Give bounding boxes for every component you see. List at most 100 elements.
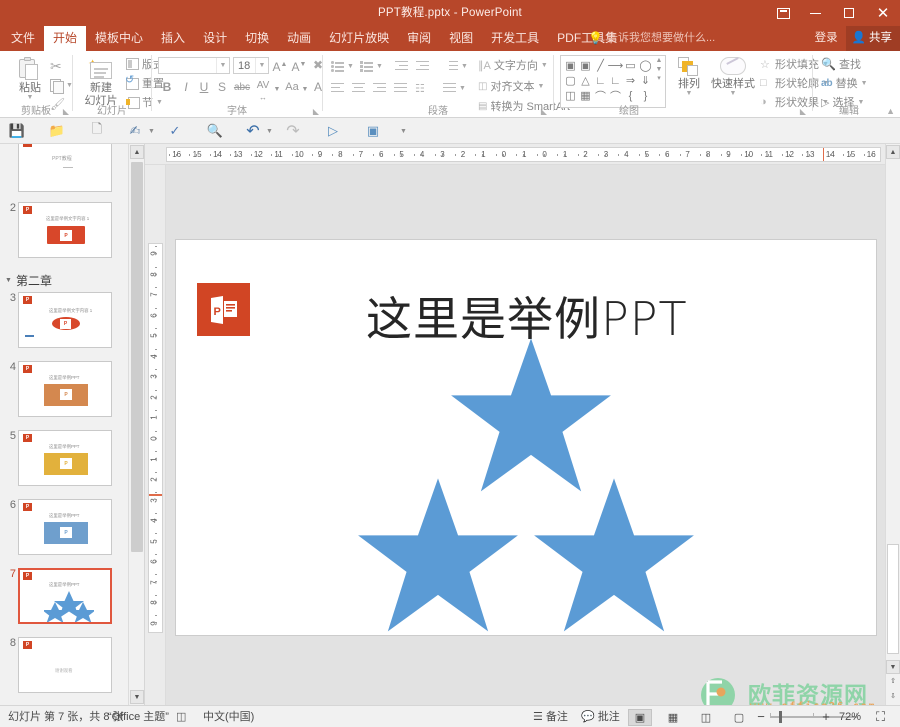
- indent-marker[interactable]: [822, 148, 825, 161]
- scroll-down-icon[interactable]: ▼: [656, 66, 663, 73]
- scroll-down-button[interactable]: ▼: [130, 690, 144, 704]
- next-slide-button[interactable]: ⇩: [886, 689, 900, 703]
- open-button[interactable]: 📁: [46, 121, 68, 141]
- character-spacing-button[interactable]: AV ↔: [254, 78, 272, 102]
- minimize-button[interactable]: [798, 0, 832, 26]
- shapes-scroll-controls[interactable]: ▲ ▼ ▾: [654, 57, 664, 82]
- copy-button[interactable]: ▼: [50, 77, 73, 94]
- chevron-down-icon[interactable]: ▼: [273, 82, 281, 98]
- text-direction-button[interactable]: ∥A 文字方向 ▼: [478, 57, 548, 73]
- sign-in-button[interactable]: 登录: [807, 26, 846, 51]
- line-arrow-icon[interactable]: ⟶: [608, 58, 624, 73]
- fit-to-window-button[interactable]: ⛶: [876, 706, 885, 727]
- ribbon-display-options-button[interactable]: [768, 0, 798, 26]
- paste-button[interactable]: 粘贴 ▼: [10, 57, 50, 101]
- save-button[interactable]: 💾: [6, 121, 28, 141]
- more-shapes-icon[interactable]: ▾: [657, 75, 661, 82]
- spelling-check-button[interactable]: ✓: [164, 121, 186, 141]
- powerpoint-logo-image[interactable]: P: [197, 283, 250, 336]
- tab-insert[interactable]: 插入: [152, 26, 194, 51]
- vertical-text-box-icon[interactable]: ▣: [578, 58, 593, 73]
- strikethrough-button[interactable]: abc: [232, 80, 252, 96]
- tab-design[interactable]: 设计: [194, 26, 236, 51]
- rounded-rectangle-icon[interactable]: ▢: [563, 73, 578, 88]
- tab-file[interactable]: 文件: [2, 26, 44, 51]
- tab-slideshow[interactable]: 幻灯片放映: [320, 26, 398, 51]
- language-indicator[interactable]: 中文(中国): [203, 706, 254, 727]
- elbow-connector-icon[interactable]: ∟: [593, 73, 608, 88]
- triangle-icon[interactable]: △: [578, 73, 593, 88]
- numbering-button[interactable]: ▼: [360, 58, 383, 74]
- canvas-scrollbar[interactable]: ▲ ▼ ⇧ ⇩: [885, 144, 900, 705]
- chevron-down-icon[interactable]: ▼: [301, 82, 309, 98]
- thumbnail-card[interactable]: P 这里是举例文字内容 1 P: [18, 202, 112, 258]
- italic-button[interactable]: I: [179, 79, 193, 95]
- convert-columns-button[interactable]: ▼: [443, 80, 466, 96]
- line-icon[interactable]: ╱: [593, 58, 608, 73]
- down-arrow-icon[interactable]: ⇓: [638, 73, 653, 88]
- cut-button[interactable]: ✂: [50, 58, 62, 74]
- tab-developer[interactable]: 开发工具: [482, 26, 548, 51]
- scroll-down-button[interactable]: ▼: [886, 660, 900, 674]
- tab-animations[interactable]: 动画: [278, 26, 320, 51]
- present-online-button[interactable]: ▣: [362, 121, 384, 141]
- customize-quick-access-toolbar-button[interactable]: ▼: [400, 128, 407, 135]
- align-left-button[interactable]: [331, 80, 344, 96]
- justify-button[interactable]: [394, 80, 407, 96]
- accessibility-icon[interactable]: ◫: [176, 706, 186, 727]
- star-shape-bottom-right[interactable]: [529, 475, 699, 645]
- thumbnail-scrollbar[interactable]: ▲ ▼: [128, 144, 144, 705]
- redo-button[interactable]: ↷: [282, 121, 304, 141]
- thumbnail-card[interactable]: P PPT教程: [18, 144, 112, 192]
- chevron-down-icon[interactable]: ▼: [266, 128, 273, 135]
- star-shape-bottom-left[interactable]: [353, 475, 523, 645]
- comments-button[interactable]: 💬 批注: [581, 706, 620, 727]
- columns-button[interactable]: ☷: [415, 80, 425, 96]
- zoom-out-button[interactable]: −: [755, 706, 767, 727]
- new-file-button[interactable]: 🗋: [86, 121, 108, 141]
- quick-styles-button[interactable]: 快速样式 ▼: [710, 57, 756, 97]
- close-button[interactable]: ✕: [866, 0, 900, 26]
- replace-button[interactable]: ab 替换 ▼: [821, 75, 868, 91]
- change-case-button[interactable]: Aa: [283, 79, 301, 95]
- decrease-font-size-button[interactable]: A▼: [291, 57, 307, 74]
- right-brace-icon[interactable]: }: [638, 88, 653, 103]
- reading-view-button[interactable]: ◫: [694, 709, 718, 726]
- thumbnail-card[interactable]: P 这里是举例PPT P: [18, 499, 112, 555]
- drawing-dialog-launcher[interactable]: ◣: [800, 107, 806, 116]
- slideshow-view-button[interactable]: ▢: [727, 709, 751, 726]
- align-center-button[interactable]: [352, 80, 365, 96]
- paragraph-dialog-launcher[interactable]: ◣: [541, 107, 547, 116]
- slide-position-indicator[interactable]: 幻灯片 第 7 张，共 8 张: [8, 706, 124, 727]
- bullets-button[interactable]: ▼: [331, 58, 354, 74]
- folded-corner-icon[interactable]: ◫: [563, 88, 578, 103]
- chevron-down-icon[interactable]: ▼: [148, 128, 155, 135]
- theme-name[interactable]: “Office 主题”: [108, 706, 169, 727]
- notes-button[interactable]: ☰ 备注: [533, 706, 568, 727]
- undo-button[interactable]: ↶: [242, 121, 264, 141]
- slide-editing-canvas[interactable]: P 这里是举例PPT: [166, 165, 885, 705]
- thumbnail-card-selected[interactable]: P 这里是举例PPT: [18, 568, 112, 624]
- underline-button[interactable]: U: [197, 79, 211, 95]
- print-preview-button[interactable]: 🔍: [204, 121, 226, 141]
- tell-me-search[interactable]: 💡 告诉我您想要做什么...: [588, 26, 715, 51]
- vertical-ruler[interactable]: 9876543210123456789: [145, 165, 166, 705]
- arrange-button[interactable]: 排列 ▼: [672, 57, 706, 97]
- maximize-button[interactable]: [832, 0, 866, 26]
- new-slide-button[interactable]: ✦ 新建 幻灯片: [78, 57, 124, 107]
- zoom-in-button[interactable]: +: [820, 706, 832, 727]
- thumbnail-card[interactable]: P 谢谢观看: [18, 637, 112, 693]
- slide-thumbnail-panel[interactable]: P PPT教程 2 P 这里是举例文字内容 1 P ▼ 第二章: [0, 144, 145, 705]
- paste-options-button[interactable]: ✍: [124, 121, 146, 141]
- decrease-indent-button[interactable]: [395, 58, 408, 74]
- current-slide[interactable]: P 这里是举例PPT: [175, 239, 877, 636]
- scrollbar-thumb[interactable]: [887, 544, 899, 654]
- elbow-arrow-connector-icon[interactable]: ∟: [608, 73, 623, 88]
- thumbnail-card[interactable]: P 这里是举例PPT P: [18, 361, 112, 417]
- increase-font-size-button[interactable]: A▲: [272, 57, 288, 74]
- tab-view[interactable]: 视图: [440, 26, 482, 51]
- left-brace-icon[interactable]: {: [623, 88, 638, 103]
- clipboard-dialog-launcher[interactable]: ◣: [63, 107, 69, 116]
- scrollbar-thumb[interactable]: [131, 162, 143, 552]
- chevron-collapse-icon[interactable]: ▼: [5, 277, 12, 284]
